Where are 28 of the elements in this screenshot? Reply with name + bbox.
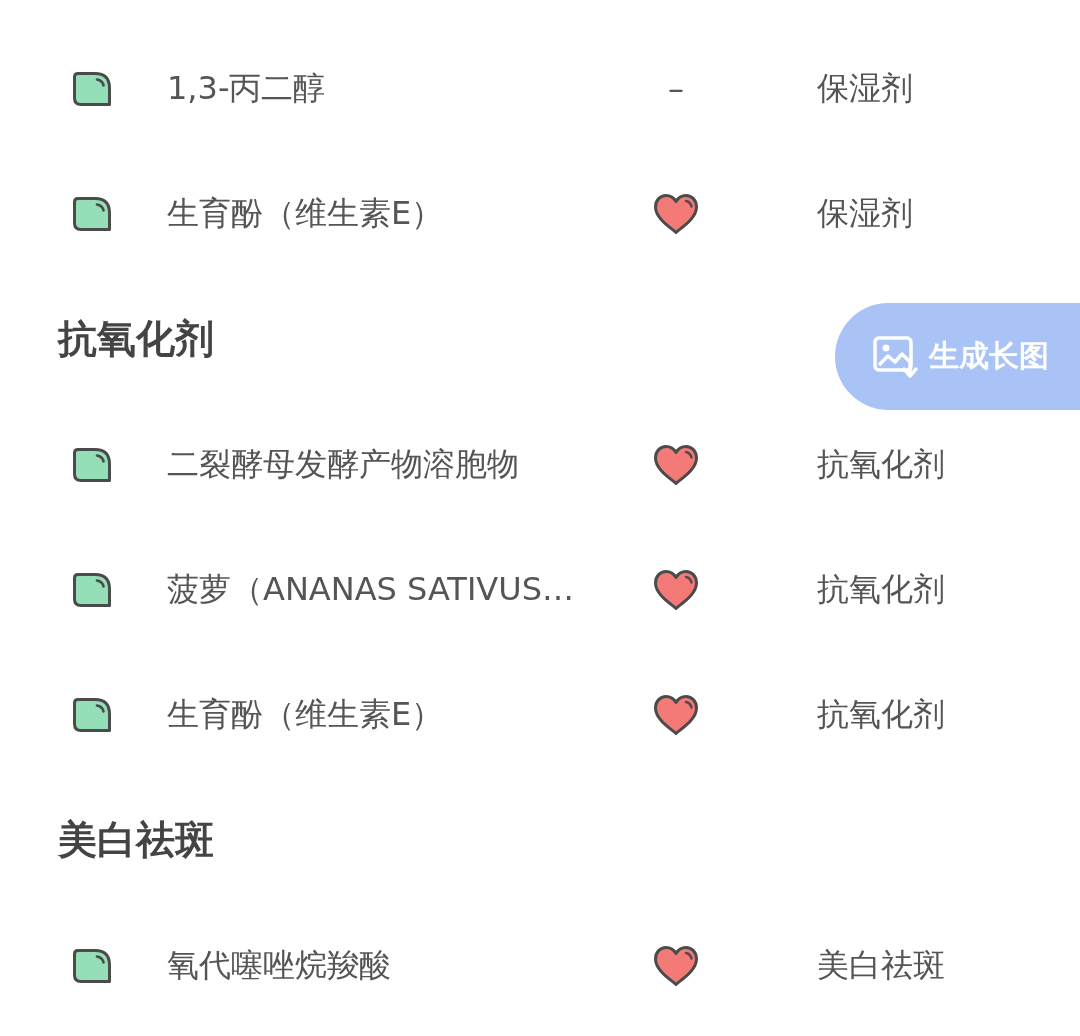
function-label: 美白祛斑 (817, 944, 945, 986)
leaf-icon (72, 571, 112, 608)
ingredient-name: 氧代噻唑烷羧酸 (167, 944, 391, 986)
generate-long-image-button[interactable]: 生成长图 (835, 303, 1080, 410)
function-label: 抗氧化剂 (817, 443, 945, 485)
heart-icon (653, 944, 699, 987)
function-label: 抗氧化剂 (817, 568, 945, 610)
leaf-icon (72, 446, 112, 483)
heart-icon (653, 568, 699, 611)
ingredient-name: 1,3-丙二醇 (167, 67, 326, 109)
leaf-icon (72, 70, 112, 107)
section-heading: 抗氧化剂 (58, 315, 214, 363)
ingredient-name: 二裂酵母发酵产物溶胞物 (167, 443, 519, 485)
function-label: 抗氧化剂 (817, 693, 945, 735)
ingredient-name: 菠萝（ANANAS SATIVUS… (167, 568, 574, 610)
heart-icon (653, 192, 699, 235)
heart-icon (653, 693, 699, 736)
image-icon (873, 334, 919, 379)
leaf-icon (72, 947, 112, 984)
section-heading: 美白祛斑 (58, 816, 214, 864)
ingredient-name: 生育酚（维生素E） (167, 693, 444, 735)
ingredient-name: 生育酚（维生素E） (167, 192, 444, 234)
dash-text: – (668, 69, 684, 108)
heart-icon (653, 443, 699, 486)
leaf-icon (72, 696, 112, 733)
leaf-icon (72, 195, 112, 232)
function-label: 保湿剂 (817, 67, 913, 109)
function-label: 保湿剂 (817, 192, 913, 234)
